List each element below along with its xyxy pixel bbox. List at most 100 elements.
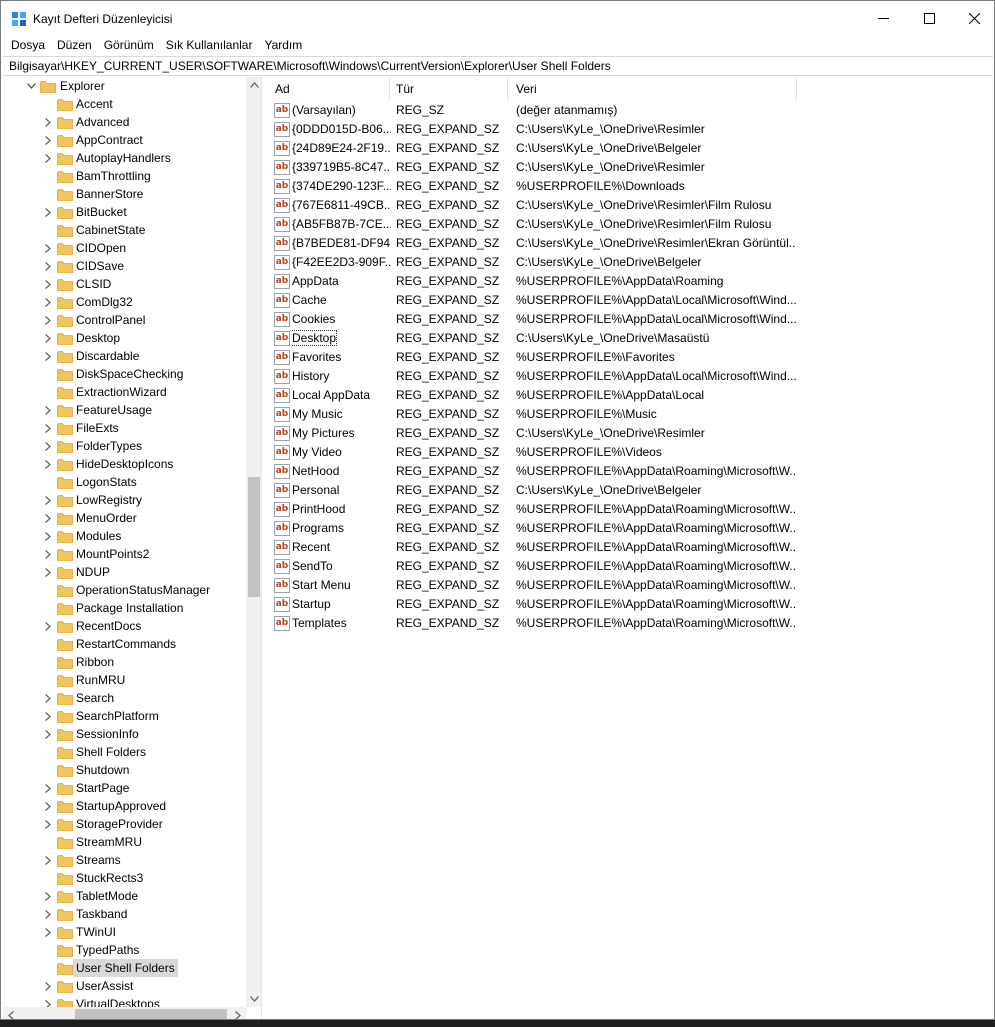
tree-item[interactable]: BannerStore <box>3 185 246 203</box>
chevron-right-icon[interactable] <box>43 621 53 631</box>
value-row[interactable]: ab PrintHood REG_EXPAND_SZ %USERPROFILE%\Ap… <box>267 500 994 519</box>
chevron-right-icon[interactable] <box>43 693 53 703</box>
tree-item[interactable]: LowRegistry <box>3 491 246 509</box>
tree-item[interactable]: SearchPlatform <box>3 707 246 725</box>
tree-item[interactable]: MountPoints2 <box>3 545 246 563</box>
tree-item[interactable]: Ribbon <box>3 653 246 671</box>
tree-item[interactable]: MenuOrder <box>3 509 246 527</box>
tree-item[interactable]: AutoplayHandlers <box>3 149 246 167</box>
value-row[interactable]: ab My Music REG_EXPAND_SZ %USERPROFILE%\Mus… <box>267 405 994 424</box>
chevron-right-icon[interactable] <box>43 441 53 451</box>
value-row[interactable]: ab Recent REG_EXPAND_SZ %USERPROFILE%\AppDa… <box>267 538 994 557</box>
tree-item[interactable]: RestartCommands <box>3 635 246 653</box>
chevron-right-icon[interactable] <box>43 495 53 505</box>
value-row[interactable]: ab My Video REG_EXPAND_SZ %USERPROFILE%\Vid… <box>267 443 994 462</box>
value-row[interactable]: ab {B7BEDE81-DF94... REG_EXPAND_SZ C:\Users… <box>267 234 994 253</box>
tree-vertical-scroll-thumb[interactable] <box>248 477 260 597</box>
tree-item-explorer[interactable]: Explorer <box>3 77 246 95</box>
value-row[interactable]: ab Start Menu REG_EXPAND_SZ %USERPROFILE%\A… <box>267 576 994 595</box>
chevron-right-icon[interactable] <box>43 783 53 793</box>
chevron-right-icon[interactable] <box>43 549 53 559</box>
value-row[interactable]: ab {339719B5-8C47... REG_EXPAND_SZ C:\Users… <box>267 158 994 177</box>
scroll-right-arrow[interactable] <box>230 1007 246 1019</box>
menu-file[interactable]: Dosya <box>5 35 51 55</box>
tree-item[interactable]: FileExts <box>3 419 246 437</box>
tree-item[interactable]: RunMRU <box>3 671 246 689</box>
tree-item[interactable]: Desktop <box>3 329 246 347</box>
tree-horizontal-scroll-thumb[interactable] <box>75 1009 227 1019</box>
chevron-right-icon[interactable] <box>43 135 53 145</box>
tree-item[interactable]: FeatureUsage <box>3 401 246 419</box>
menu-edit[interactable]: Düzen <box>51 35 98 55</box>
value-row[interactable]: ab Local AppData REG_EXPAND_SZ %USERPROFILE… <box>267 386 994 405</box>
tree-item[interactable]: Advanced <box>3 113 246 131</box>
tree-item[interactable]: User Shell Folders <box>3 959 246 977</box>
chevron-right-icon[interactable] <box>43 153 53 163</box>
minimize-button[interactable] <box>860 1 906 35</box>
chevron-right-icon[interactable] <box>43 909 53 919</box>
tree-item[interactable]: CabinetState <box>3 221 246 239</box>
chevron-right-icon[interactable] <box>43 567 53 577</box>
tree-item[interactable]: StuckRects3 <box>3 869 246 887</box>
tree-item[interactable]: DiskSpaceChecking <box>3 365 246 383</box>
tree-item[interactable]: BamThrottling <box>3 167 246 185</box>
tree-item[interactable]: CIDOpen <box>3 239 246 257</box>
tree-item[interactable]: StreamMRU <box>3 833 246 851</box>
chevron-right-icon[interactable] <box>43 297 53 307</box>
tree-item[interactable]: Streams <box>3 851 246 869</box>
tree-item[interactable]: StartPage <box>3 779 246 797</box>
chevron-right-icon[interactable] <box>43 711 53 721</box>
tree-item[interactable]: CIDSave <box>3 257 246 275</box>
menu-help[interactable]: Yardım <box>258 35 308 55</box>
tree-item[interactable]: BitBucket <box>3 203 246 221</box>
chevron-right-icon[interactable] <box>43 513 53 523</box>
value-row[interactable]: ab History REG_EXPAND_SZ %USERPROFILE%\AppD… <box>267 367 994 386</box>
chevron-right-icon[interactable] <box>43 891 53 901</box>
tree-item[interactable]: Modules <box>3 527 246 545</box>
tree-item[interactable]: ComDlg32 <box>3 293 246 311</box>
scroll-up-arrow[interactable] <box>246 77 261 93</box>
tree-item[interactable]: TabletMode <box>3 887 246 905</box>
value-row[interactable]: ab Cookies REG_EXPAND_SZ %USERPROFILE%\AppD… <box>267 310 994 329</box>
tree-item[interactable]: Discardable <box>3 347 246 365</box>
value-row[interactable]: ab Cache REG_EXPAND_SZ %USERPROFILE%\AppDat… <box>267 291 994 310</box>
value-row[interactable]: ab SendTo REG_EXPAND_SZ %USERPROFILE%\AppDa… <box>267 557 994 576</box>
tree-item[interactable]: StartupApproved <box>3 797 246 815</box>
chevron-right-icon[interactable] <box>43 333 53 343</box>
tree-item[interactable]: UserAssist <box>3 977 246 995</box>
chevron-right-icon[interactable] <box>43 927 53 937</box>
tree-item[interactable]: ControlPanel <box>3 311 246 329</box>
chevron-right-icon[interactable] <box>43 351 53 361</box>
menu-view[interactable]: Görünüm <box>98 35 160 55</box>
value-row[interactable]: ab Programs REG_EXPAND_SZ %USERPROFILE%\App… <box>267 519 994 538</box>
chevron-right-icon[interactable] <box>43 999 53 1007</box>
tree-item[interactable]: FolderTypes <box>3 437 246 455</box>
value-row[interactable]: ab Favorites REG_EXPAND_SZ %USERPROFILE%\Fa… <box>267 348 994 367</box>
title-bar[interactable]: Kayıt Defteri Düzenleyicisi <box>1 1 994 35</box>
tree-vertical-scrollbar[interactable] <box>246 77 261 1007</box>
tree-item[interactable]: NDUP <box>3 563 246 581</box>
close-button[interactable] <box>951 1 994 35</box>
chevron-down-icon[interactable] <box>26 81 36 91</box>
chevron-right-icon[interactable] <box>43 531 53 541</box>
tree-item[interactable]: Package Installation <box>3 599 246 617</box>
chevron-right-icon[interactable] <box>43 459 53 469</box>
chevron-right-icon[interactable] <box>43 117 53 127</box>
value-row[interactable]: ab {24D89E24-2F19... REG_EXPAND_SZ C:\Users… <box>267 139 994 158</box>
value-row[interactable]: ab AppData REG_EXPAND_SZ %USERPROFILE%\AppD… <box>267 272 994 291</box>
chevron-right-icon[interactable] <box>43 801 53 811</box>
column-header-name[interactable]: Ad <box>267 77 390 101</box>
tree-item[interactable]: VirtualDesktops <box>3 995 246 1007</box>
value-row[interactable]: ab {AB5FB87B-7CE... REG_EXPAND_SZ C:\Users\… <box>267 215 994 234</box>
value-row[interactable]: ab My Pictures REG_EXPAND_SZ C:\Users\KyLe_… <box>267 424 994 443</box>
chevron-right-icon[interactable] <box>43 261 53 271</box>
address-bar[interactable]: Bilgisayar\HKEY_CURRENT_USER\SOFTWARE\Mi… <box>3 56 993 76</box>
tree-item[interactable]: Shutdown <box>3 761 246 779</box>
chevron-right-icon[interactable] <box>43 315 53 325</box>
chevron-right-icon[interactable] <box>43 819 53 829</box>
tree-item[interactable]: CLSID <box>3 275 246 293</box>
chevron-right-icon[interactable] <box>43 405 53 415</box>
tree-item[interactable]: ExtractionWizard <box>3 383 246 401</box>
value-row[interactable]: ab Startup REG_EXPAND_SZ %USERPROFILE%\AppD… <box>267 595 994 614</box>
chevron-right-icon[interactable] <box>43 243 53 253</box>
